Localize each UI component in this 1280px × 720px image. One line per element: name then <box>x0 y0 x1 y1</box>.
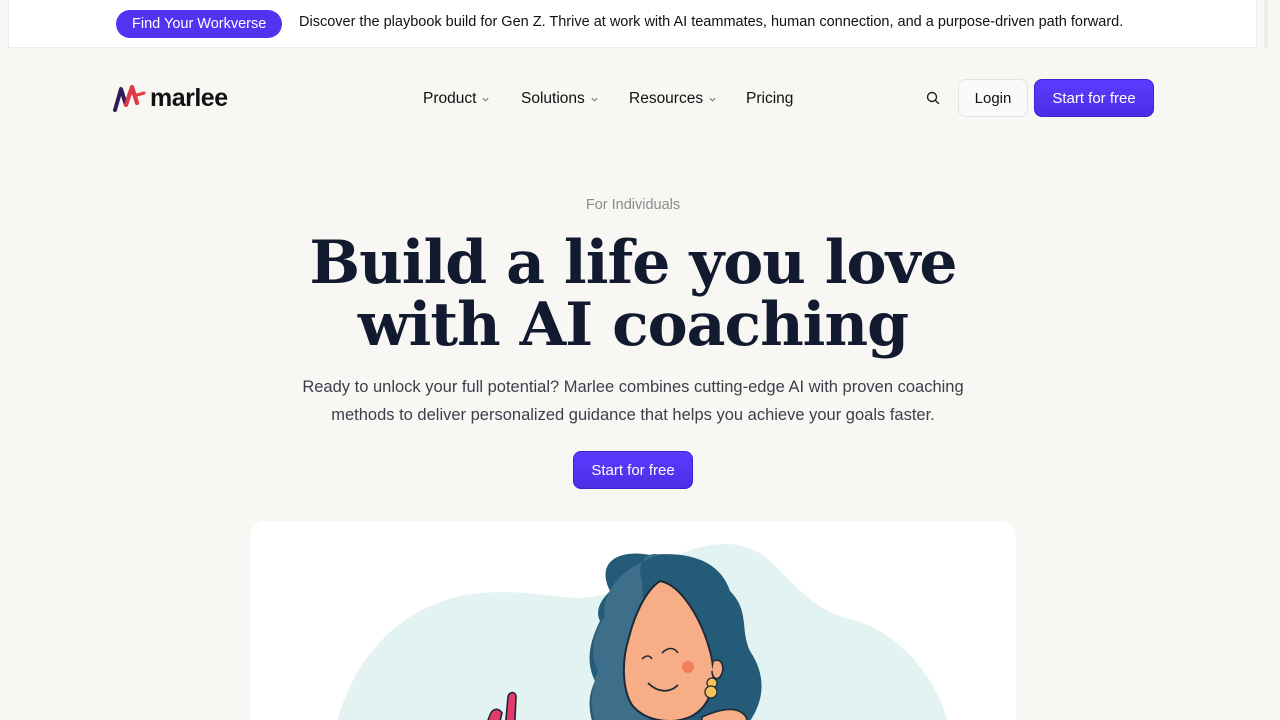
login-button[interactable]: Login <box>958 79 1028 117</box>
nav-pricing[interactable]: Pricing <box>746 88 793 110</box>
announcement-bar: Find Your Workverse Discover the playboo… <box>8 0 1257 48</box>
marlee-logo-icon <box>113 85 146 112</box>
chevron-down-icon <box>709 97 716 102</box>
start-for-free-hero-button[interactable]: Start for free <box>573 451 693 489</box>
hero-headline: Build a life you love with AI coaching <box>0 232 1266 356</box>
hero-subtitle: Ready to unlock your full potential? Mar… <box>302 378 964 424</box>
scrollbar-edge <box>1264 0 1268 48</box>
nav-pricing-label: Pricing <box>746 90 794 107</box>
find-your-workverse-button[interactable]: Find Your Workverse <box>116 10 283 38</box>
hero-illustration-card <box>250 521 1016 720</box>
start-for-free-header-button[interactable]: Start for free <box>1034 79 1154 117</box>
chevron-down-icon <box>482 97 490 102</box>
search-button[interactable] <box>922 87 944 109</box>
chevron-down-icon <box>591 97 598 102</box>
woman-illustration <box>337 544 948 720</box>
logo[interactable]: marlee <box>112 83 228 113</box>
nav-solutions-label: Solutions <box>521 90 585 107</box>
nav-product-label: Product <box>423 90 477 107</box>
hero-headline-line-1: Build a life you love <box>309 228 957 298</box>
announcement-text: Discover the playbook build for Gen Z. T… <box>299 14 1124 30</box>
logo-text: marlee <box>150 83 228 112</box>
search-icon <box>926 91 940 105</box>
hero-eyebrow: For Individuals <box>585 197 681 213</box>
nav-solutions[interactable]: Solutions <box>521 88 599 110</box>
nav-product[interactable]: Product <box>423 88 490 110</box>
hero-headline-line-2: with AI coaching <box>357 290 909 360</box>
nav-resources-label: Resources <box>629 90 704 107</box>
nav-resources[interactable]: Resources <box>629 88 717 110</box>
